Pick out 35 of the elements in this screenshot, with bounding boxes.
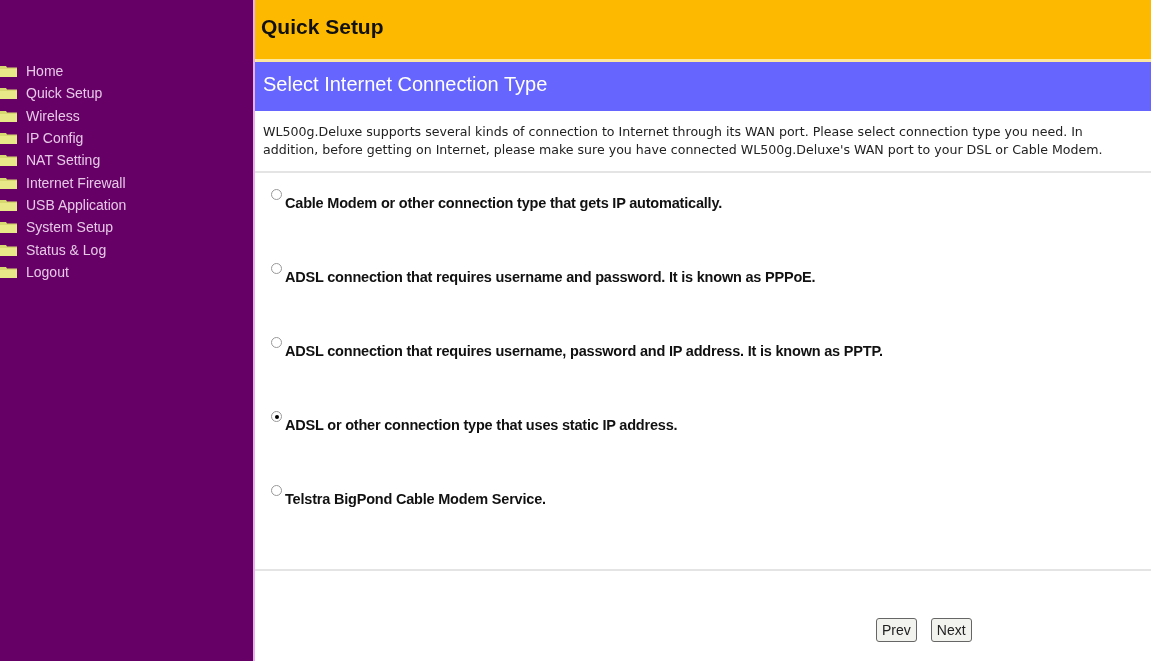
folder-icon xyxy=(0,243,17,256)
option-label: ADSL connection that requires username, password and IP address. It is known as PPTP. xyxy=(285,343,883,359)
section-title: Select Internet Connection Type xyxy=(255,62,1151,111)
folder-icon xyxy=(0,109,17,122)
folder-icon xyxy=(0,154,17,167)
folder-icon xyxy=(0,132,17,145)
menu-item[interactable]: Logout xyxy=(0,260,253,283)
folder-icon xyxy=(0,221,17,234)
option-label: Cable Modem or other connection type that gets IP automatically. xyxy=(285,195,723,211)
menu-item[interactable]: Status & Log xyxy=(0,238,253,261)
folder-icon xyxy=(0,176,17,189)
nav-button[interactable]: Next xyxy=(930,618,972,642)
folder-icon xyxy=(0,65,17,78)
menu-item[interactable]: Quick Setup xyxy=(0,82,253,105)
radio-button[interactable] xyxy=(271,337,282,348)
menu-item[interactable]: IP Config xyxy=(0,126,253,150)
radio-button[interactable] xyxy=(271,263,282,274)
menu-item[interactable]: System Setup xyxy=(0,216,253,239)
radio-button[interactable] xyxy=(271,189,282,200)
menu-item[interactable]: NAT Setting xyxy=(0,149,253,172)
menu-item[interactable]: Wireless xyxy=(0,104,253,127)
folder-icon xyxy=(0,265,17,278)
page-title: Quick Setup xyxy=(255,0,1151,62)
radio-button[interactable] xyxy=(271,411,282,422)
option-label: ADSL or other connection type that uses static IP address. xyxy=(285,417,678,433)
menu-item[interactable]: USB Application xyxy=(0,193,253,217)
menu-item[interactable]: Internet Firewall xyxy=(0,171,253,194)
option-label: Telstra BigPond Cable Modem Service. xyxy=(285,491,546,507)
folder-icon xyxy=(0,87,17,100)
option-label: ADSL connection that requires username and password. It is known as PPPoE. xyxy=(285,269,816,285)
description-text: WL500g.Deluxe supports several kinds of connection to Internet through its WAN port. Please select connection type you need. In addition, before getting on Internet, please make sure you have connected WL500g.Deluxe's WAN port to your DSL or Cable Modem. xyxy=(255,111,1151,173)
radio-button[interactable] xyxy=(271,485,282,496)
folder-icon xyxy=(0,198,17,211)
menu-item[interactable]: Home xyxy=(0,60,253,83)
nav-button[interactable]: Prev xyxy=(876,618,917,642)
